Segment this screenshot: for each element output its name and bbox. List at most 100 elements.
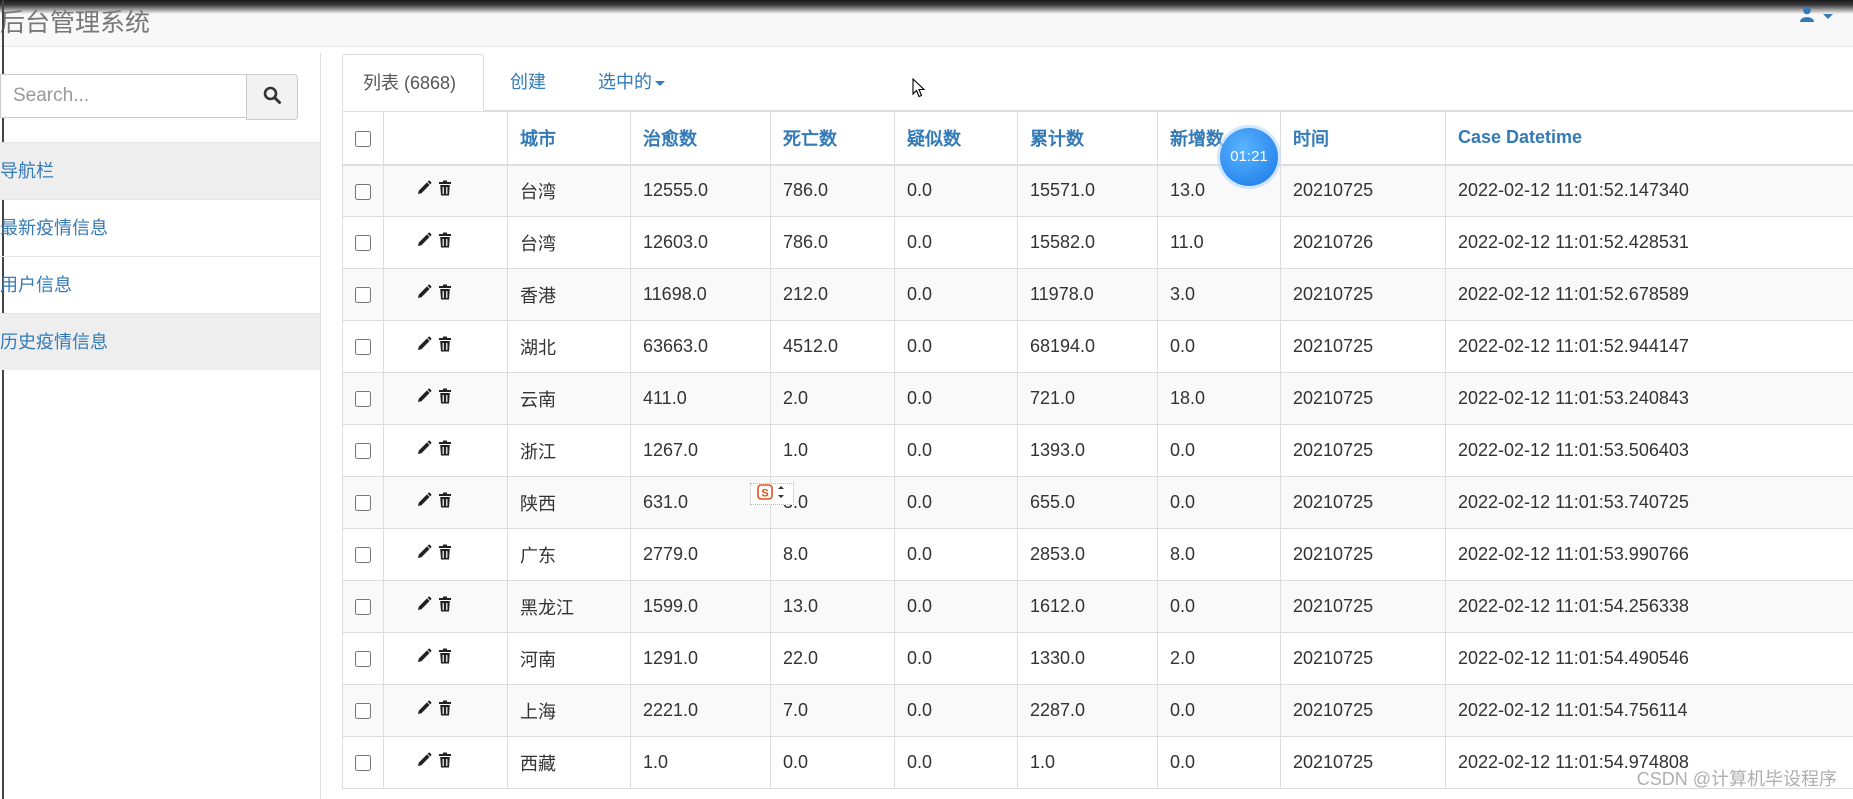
table-row: 陕西 631.0 3.0 0.0 655.0 0.0 20210725 2022-02-12 … bbox=[342, 476, 1853, 529]
cell-new: 0.0 bbox=[1157, 476, 1281, 529]
app-title[interactable]: 后台管理系统 bbox=[0, 3, 150, 39]
cell-city: 浙江 bbox=[507, 424, 631, 477]
cell-suspected: 0.0 bbox=[894, 528, 1018, 581]
ime-toolbar[interactable]: S bbox=[750, 483, 794, 505]
trash-icon[interactable] bbox=[438, 336, 452, 357]
row-checkbox[interactable] bbox=[355, 755, 371, 772]
cell-cumulative: 655.0 bbox=[1017, 476, 1158, 529]
cell-deaths: 212.0 bbox=[770, 268, 895, 321]
search-button[interactable] bbox=[246, 74, 298, 120]
row-actions-cell bbox=[383, 164, 508, 217]
row-checkbox[interactable] bbox=[355, 495, 371, 512]
column-header-cumulative[interactable]: 累计数 bbox=[1017, 111, 1158, 166]
table-body: 台湾 12555.0 786.0 0.0 15571.0 13.0 20210725 2022… bbox=[342, 164, 1853, 789]
pencil-icon[interactable] bbox=[416, 700, 432, 721]
pencil-icon[interactable] bbox=[416, 336, 432, 357]
cell-cured: 1267.0 bbox=[630, 424, 771, 477]
cell-case-datetime: 2022-02-12 11:01:52.428531 bbox=[1445, 216, 1853, 269]
sidebar-item-latest-epidemic[interactable]: 最新疫情信息 bbox=[0, 199, 320, 256]
pencil-icon[interactable] bbox=[416, 180, 432, 201]
table-row: 香港 11698.0 212.0 0.0 11978.0 3.0 20210725 2022-… bbox=[342, 268, 1853, 321]
row-checkbox[interactable] bbox=[355, 547, 371, 564]
column-header-time[interactable]: 时间 bbox=[1280, 111, 1446, 166]
row-checkbox[interactable] bbox=[355, 443, 371, 460]
cell-new: 11.0 bbox=[1157, 216, 1281, 269]
cell-time: 20210725 bbox=[1280, 580, 1446, 633]
pencil-icon[interactable] bbox=[416, 752, 432, 773]
cell-time: 20210725 bbox=[1280, 424, 1446, 477]
user-menu[interactable] bbox=[1800, 6, 1833, 27]
column-header-suspected[interactable]: 疑似数 bbox=[894, 111, 1018, 166]
row-actions bbox=[396, 648, 495, 669]
cell-cumulative: 1612.0 bbox=[1017, 580, 1158, 633]
pencil-icon[interactable] bbox=[416, 440, 432, 461]
sidebar-item-history-epidemic[interactable]: 历史疫情信息 bbox=[0, 313, 320, 370]
chevron-down-icon bbox=[655, 80, 665, 86]
row-checkbox[interactable] bbox=[355, 391, 371, 408]
column-header-cured[interactable]: 治愈数 bbox=[630, 111, 771, 166]
cell-deaths: 4512.0 bbox=[770, 320, 895, 373]
trash-icon[interactable] bbox=[438, 700, 452, 721]
row-checkbox[interactable] bbox=[355, 339, 371, 356]
column-header-deaths[interactable]: 死亡数 bbox=[770, 111, 895, 166]
column-header-city[interactable]: 城市 bbox=[507, 111, 631, 166]
trash-icon[interactable] bbox=[438, 752, 452, 773]
trash-icon[interactable] bbox=[438, 596, 452, 617]
tab-selected-dropdown[interactable]: 选中的 bbox=[578, 54, 685, 110]
pencil-icon[interactable] bbox=[416, 232, 432, 253]
row-checkbox[interactable] bbox=[355, 599, 371, 616]
search-input[interactable] bbox=[0, 74, 246, 118]
tab-create[interactable]: 创建 bbox=[490, 54, 566, 110]
trash-icon[interactable] bbox=[438, 180, 452, 201]
cell-suspected: 0.0 bbox=[894, 164, 1018, 217]
cell-new: 0.0 bbox=[1157, 320, 1281, 373]
pencil-icon[interactable] bbox=[416, 284, 432, 305]
select-all-checkbox[interactable] bbox=[355, 130, 371, 147]
row-checkbox[interactable] bbox=[355, 703, 371, 720]
row-checkbox[interactable] bbox=[355, 183, 371, 200]
tab-selected-label: 选中的 bbox=[598, 72, 652, 92]
row-checkbox[interactable] bbox=[355, 287, 371, 304]
pencil-icon[interactable] bbox=[416, 492, 432, 513]
cell-case-datetime: 2022-02-12 11:01:53.506403 bbox=[1445, 424, 1853, 477]
sidebar-nav: 导航栏 最新疫情信息 用户信息 历史疫情信息 bbox=[0, 142, 320, 370]
row-checkbox[interactable] bbox=[355, 651, 371, 668]
cell-new: 0.0 bbox=[1157, 580, 1281, 633]
trash-icon[interactable] bbox=[438, 544, 452, 565]
trash-icon[interactable] bbox=[438, 388, 452, 409]
cell-deaths: 8.0 bbox=[770, 528, 895, 581]
search-icon bbox=[263, 86, 281, 109]
cell-case-datetime: 2022-02-12 11:01:54.490546 bbox=[1445, 632, 1853, 685]
search-form bbox=[0, 74, 298, 120]
recording-timer-badge[interactable]: 01:21 bbox=[1220, 128, 1278, 186]
cell-case-datetime: 2022-02-12 11:01:54.256338 bbox=[1445, 580, 1853, 633]
cell-deaths: 22.0 bbox=[770, 632, 895, 685]
cell-case-datetime: 2022-02-12 11:01:53.740725 bbox=[1445, 476, 1853, 529]
pencil-icon[interactable] bbox=[416, 648, 432, 669]
tab-list[interactable]: 列表 (6868) bbox=[342, 54, 484, 111]
row-actions-cell bbox=[383, 424, 508, 477]
cell-deaths: 2.0 bbox=[770, 372, 895, 425]
sidebar-item-navigation[interactable]: 导航栏 bbox=[0, 142, 320, 199]
row-actions bbox=[396, 284, 495, 305]
row-actions bbox=[396, 700, 495, 721]
column-header-case-datetime[interactable]: Case Datetime bbox=[1445, 111, 1853, 166]
trash-icon[interactable] bbox=[438, 232, 452, 253]
pencil-icon[interactable] bbox=[416, 388, 432, 409]
row-checkbox[interactable] bbox=[355, 235, 371, 252]
row-actions-cell bbox=[383, 632, 508, 685]
trash-icon[interactable] bbox=[438, 284, 452, 305]
row-actions bbox=[396, 596, 495, 617]
trash-icon[interactable] bbox=[438, 492, 452, 513]
cell-deaths: 0.0 bbox=[770, 736, 895, 789]
pencil-icon[interactable] bbox=[416, 544, 432, 565]
sidebar-item-user-info[interactable]: 用户信息 bbox=[0, 256, 320, 313]
pencil-icon[interactable] bbox=[416, 596, 432, 617]
cell-new: 8.0 bbox=[1157, 528, 1281, 581]
trash-icon[interactable] bbox=[438, 440, 452, 461]
cell-new: 0.0 bbox=[1157, 424, 1281, 477]
cell-cured: 63663.0 bbox=[630, 320, 771, 373]
data-table-container[interactable]: 城市 治愈数 死亡数 疑似数 累计数 新增数 时间 Case Datetime … bbox=[342, 111, 1853, 799]
cell-cured: 11698.0 bbox=[630, 268, 771, 321]
trash-icon[interactable] bbox=[438, 648, 452, 669]
